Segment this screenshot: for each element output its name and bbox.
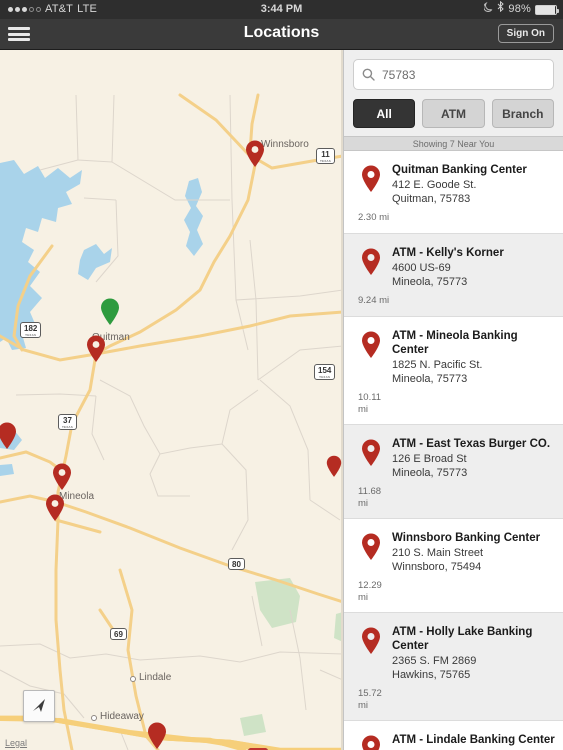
location-name: ATM - Holly Lake Banking Center [392,626,533,652]
location-city-zip: Winnsboro, 75494 [392,561,482,573]
locations-list[interactable]: Quitman Banking Center 412 E. Goode St. … [344,151,563,750]
map-city-label: Hideaway [91,711,144,722]
results-count-label: Showing 7 Near You [344,136,563,151]
map-pin-holly-lake[interactable] [0,422,17,450]
location-address: 1825 N. Pacific St. [392,359,483,371]
list-item[interactable]: Quitman Banking Center 412 E. Goode St. … [344,151,563,234]
battery-icon [535,4,559,15]
list-item[interactable]: ATM - Holly Lake Banking Center 2365 S. … [344,613,563,721]
search-icon [362,68,375,81]
map-pin-kellys-korner[interactable] [326,455,342,478]
map-pin-mineola-banking-center[interactable] [52,463,72,491]
location-distance: 12.29 mi [358,580,382,603]
map-pin-lindale[interactable] [147,722,167,750]
locate-me-button[interactable] [23,690,55,722]
list-item-pin-icon [352,733,390,750]
location-name: ATM - Lindale Banking Center [392,734,555,746]
list-item-pin-icon [352,246,390,289]
status-bar-right: 98% [483,0,559,19]
locations-panel: All ATM Branch Showing 7 Near You Quitma… [343,50,563,750]
location-city-zip: Mineola, 75773 [392,373,468,385]
list-item-pin-icon [352,163,390,206]
location-city-zip: Mineola, 75773 [392,276,468,288]
location-distance: 2.30 mi [358,212,390,223]
map-canvas[interactable]: Winnsboro Quitman Mineola Lindale Hideaw… [0,50,343,750]
location-city-zip: Quitman, 75783 [392,193,471,205]
map-pin-search-center[interactable] [100,298,120,326]
list-item[interactable]: ATM - Mineola Banking Center 1825 N. Pac… [344,317,563,425]
location-city-zip: Mineola, 75773 [392,467,468,479]
sign-on-button[interactable]: Sign On [497,24,554,43]
highway-shield-11: 11 TEXAS [316,148,336,164]
map-vector-layer [0,50,343,750]
list-item[interactable]: ATM - East Texas Burger CO. 126 E Broad … [344,425,563,519]
locations-app-screen: AT&T LTE 3:44 PM 98% Locations Sign On W… [0,0,563,750]
location-address: 412 E. Goode St. [392,179,477,191]
filter-tab-atm[interactable]: ATM [422,99,485,128]
navigation-bar: Locations Sign On [0,19,563,50]
moon-icon [483,0,493,19]
list-item[interactable]: ATM - Kelly's Korner 4600 US-69 Mineola,… [344,234,563,317]
legal-link[interactable]: Legal [5,738,27,748]
highway-shield-80: 80 [228,558,245,570]
page-title: Locations [243,24,320,41]
navigation-arrow-icon [33,699,45,712]
filter-tab-all[interactable]: All [353,99,416,128]
map-pin-quitman[interactable] [86,335,106,363]
filter-segmented-control: All ATM Branch [344,90,563,136]
filter-tab-branch[interactable]: Branch [491,99,554,128]
search-area [344,50,563,90]
location-address: 2365 S. FM 2869 [392,655,477,667]
highway-shield-154: 154 TEXAS [314,364,336,380]
list-item[interactable]: Winnsboro Banking Center 210 S. Main Str… [344,519,563,613]
location-address: 210 S. Main Street [392,547,484,559]
location-name: ATM - Kelly's Korner [392,247,504,259]
bluetooth-icon [497,0,505,19]
location-name: Quitman Banking Center [392,164,527,176]
highway-shield-69: 69 [110,628,127,640]
location-address: 126 E Broad St [392,453,467,465]
list-item-pin-icon [352,531,390,574]
search-box[interactable] [353,59,554,90]
list-item-pin-icon [352,625,390,682]
location-name: Winnsboro Banking Center [392,532,541,544]
highway-shield-37: 37 TEXAS [58,414,78,430]
location-city-zip: Hawkins, 75765 [392,669,471,681]
battery-percent-label: 98% [508,3,531,15]
location-name: ATM - Mineola Banking Center [392,330,518,356]
location-distance: 9.24 mi [358,295,390,306]
location-distance: 10.11 mi [358,392,382,415]
list-item[interactable]: ATM - Lindale Banking Center 3222 S. Mai… [344,721,563,750]
map-pin-winnsboro[interactable] [245,140,265,168]
map-city-label: Lindale [129,672,172,683]
location-name: ATM - East Texas Burger CO. [392,438,551,450]
list-item-pin-icon [352,329,390,386]
search-input[interactable] [382,67,545,82]
location-distance: 11.68 mi [358,486,382,509]
list-item-pin-icon [352,437,390,480]
status-bar: AT&T LTE 3:44 PM 98% [0,0,563,19]
clock-label: 3:44 PM [260,3,303,15]
location-address: 4600 US-69 [392,262,451,274]
highway-shield-182: 182 TEXAS [20,322,42,338]
location-distance: 15.72 mi [358,688,382,711]
map-pin-east-texas-burger[interactable] [45,494,65,522]
map-city-label: Winnsboro [261,139,309,150]
